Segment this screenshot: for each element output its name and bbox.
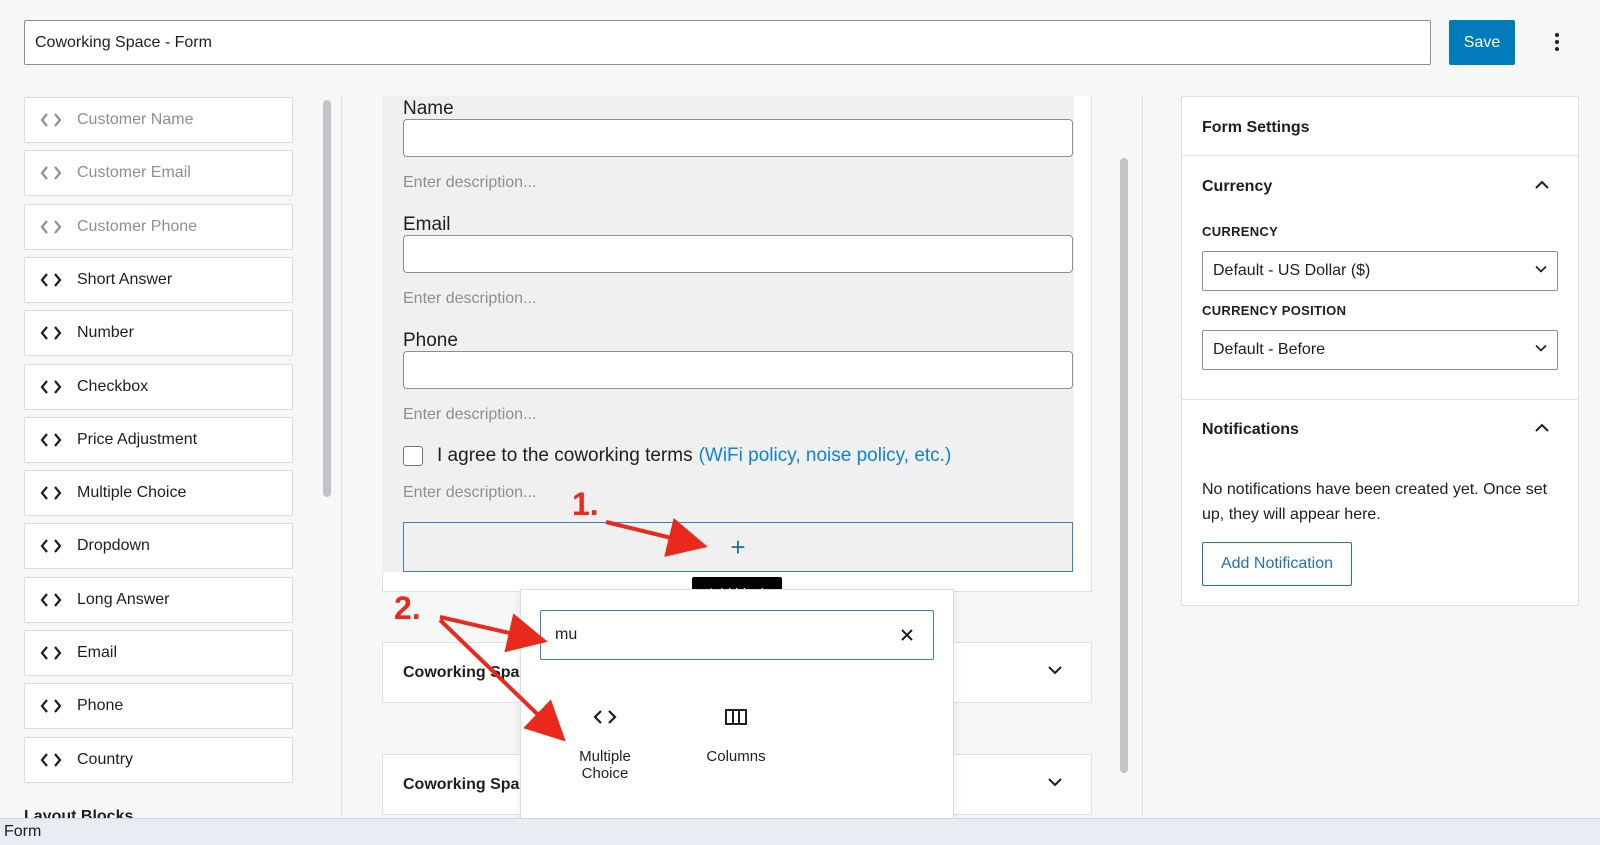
palette-item-label: Dropdown — [77, 537, 150, 554]
code-brackets-icon — [25, 538, 77, 554]
phone-field[interactable] — [403, 351, 1073, 389]
collapsed-block-title: Coworking Spa — [403, 663, 520, 681]
email-description[interactable]: Enter description... — [403, 290, 536, 308]
palette-item[interactable]: Price Adjustment — [24, 417, 293, 463]
palette-item[interactable]: Long Answer — [24, 577, 293, 623]
code-brackets-icon — [25, 432, 77, 448]
currency-label: CURRENCY — [1202, 224, 1279, 239]
code-brackets-icon — [25, 325, 77, 341]
code-brackets-icon — [25, 219, 77, 235]
block-search-input[interactable]: mu — [540, 610, 934, 660]
palette-item[interactable]: Customer Name — [24, 97, 293, 143]
code-brackets-icon — [25, 645, 77, 661]
chevron-down-icon[interactable] — [1047, 665, 1063, 675]
palette-item-label: Customer Name — [77, 111, 194, 128]
divider — [1181, 155, 1579, 156]
vertical-ellipsis-icon — [1555, 33, 1559, 51]
code-brackets-icon — [25, 485, 77, 501]
palette-item-label: Short Answer — [77, 271, 173, 288]
palette-item-label: Customer Phone — [77, 218, 198, 235]
palette-scrollbar[interactable] — [323, 100, 331, 497]
terms-link[interactable]: (WiFi policy, noise policy, etc.) — [699, 445, 952, 467]
palette-item-label: Checkbox — [77, 378, 149, 395]
collapsed-block-title: Coworking Spa — [403, 775, 520, 793]
currency-position-select[interactable]: Default - Before — [1202, 330, 1558, 370]
columns-icon — [725, 709, 747, 725]
block-option-label: Multiple — [579, 748, 631, 765]
palette-item[interactable]: Multiple Choice — [24, 470, 293, 516]
palette-item[interactable]: Short Answer — [24, 257, 293, 303]
divider — [1181, 399, 1579, 400]
palette-item[interactable]: Dropdown — [24, 523, 293, 569]
palette-item-label: Price Adjustment — [77, 431, 198, 448]
status-bar: Form — [0, 818, 1600, 845]
palette-item[interactable]: Number — [24, 310, 293, 356]
save-button[interactable]: Save — [1449, 20, 1515, 65]
divider — [1142, 96, 1143, 816]
notifications-empty-text: No notifications have been created yet. … — [1202, 481, 1548, 523]
chevron-up-icon[interactable] — [1534, 180, 1550, 190]
palette-item-label: Phone — [77, 697, 124, 714]
field-label-email: Email — [403, 214, 451, 235]
annotation-step-2: 2. — [394, 590, 421, 626]
currency-select-value: Default - US Dollar ($) — [1213, 262, 1371, 279]
palette-item-label: Number — [77, 324, 134, 341]
chevron-down-icon — [1535, 265, 1547, 273]
currency-position-value: Default - Before — [1213, 341, 1326, 358]
add-block-appender[interactable]: + — [403, 522, 1073, 572]
palette-item-label: Customer Email — [77, 164, 191, 181]
block-option-multiple-choice[interactable]: Multiple Choice — [555, 708, 655, 782]
currency-position-label: CURRENCY POSITION — [1202, 303, 1347, 318]
notifications-section-toggle[interactable]: Notifications — [1202, 421, 1299, 439]
palette-item[interactable]: Customer Phone — [24, 204, 293, 250]
agree-checkbox-row: I agree to the coworking terms (WiFi pol… — [403, 445, 951, 467]
agree-text: I agree to the coworking terms — [437, 445, 693, 466]
code-brackets-icon — [25, 379, 77, 395]
form-title-input[interactable]: Coworking Space - Form — [24, 20, 1431, 65]
settings-title: Form Settings — [1202, 119, 1310, 136]
palette-item[interactable]: Phone — [24, 683, 293, 729]
canvas-scrollbar[interactable] — [1120, 158, 1128, 773]
agree-checkbox[interactable] — [403, 446, 423, 466]
chevron-down-icon — [1535, 344, 1547, 352]
field-label-phone: Phone — [403, 330, 458, 351]
code-brackets-icon — [25, 752, 77, 768]
name-field[interactable] — [403, 119, 1073, 157]
currency-section-toggle[interactable]: Currency — [1202, 178, 1272, 196]
field-label-name: Name — [403, 98, 454, 119]
chevron-down-icon[interactable] — [1047, 777, 1063, 787]
block-option-label: Columns — [706, 748, 766, 765]
name-description[interactable]: Enter description... — [403, 174, 536, 192]
agree-description[interactable]: Enter description... — [403, 484, 536, 502]
palette-item-label: Email — [77, 644, 118, 661]
code-brackets-icon — [25, 112, 77, 128]
code-brackets-icon — [25, 272, 77, 288]
palette-item-label: Long Answer — [77, 591, 170, 608]
email-field[interactable] — [403, 235, 1073, 273]
phone-description[interactable]: Enter description... — [403, 406, 536, 424]
plus-icon[interactable]: + — [730, 534, 745, 560]
palette-item-label: Country — [77, 751, 134, 768]
palette-item[interactable]: Checkbox — [24, 364, 293, 410]
block-option-label: Choice — [581, 765, 629, 782]
block-option-columns[interactable]: Columns — [686, 708, 786, 765]
annotation-step-1: 1. — [572, 486, 599, 522]
palette-item[interactable]: Country — [24, 737, 293, 783]
more-options-button[interactable] — [1542, 22, 1572, 62]
code-brackets-icon — [25, 165, 77, 181]
currency-select[interactable]: Default - US Dollar ($) — [1202, 251, 1558, 291]
code-brackets-icon — [25, 698, 77, 714]
close-icon[interactable] — [896, 624, 918, 646]
palette-item-label: Multiple Choice — [77, 484, 187, 501]
chevron-up-icon[interactable] — [1534, 423, 1550, 433]
code-brackets-icon — [593, 710, 617, 724]
palette-item[interactable]: Customer Email — [24, 150, 293, 196]
divider — [341, 96, 342, 816]
status-bar-text: Form — [4, 823, 42, 840]
add-notification-button[interactable]: Add Notification — [1202, 542, 1352, 586]
palette-item[interactable]: Email — [24, 630, 293, 676]
code-brackets-icon — [25, 592, 77, 608]
